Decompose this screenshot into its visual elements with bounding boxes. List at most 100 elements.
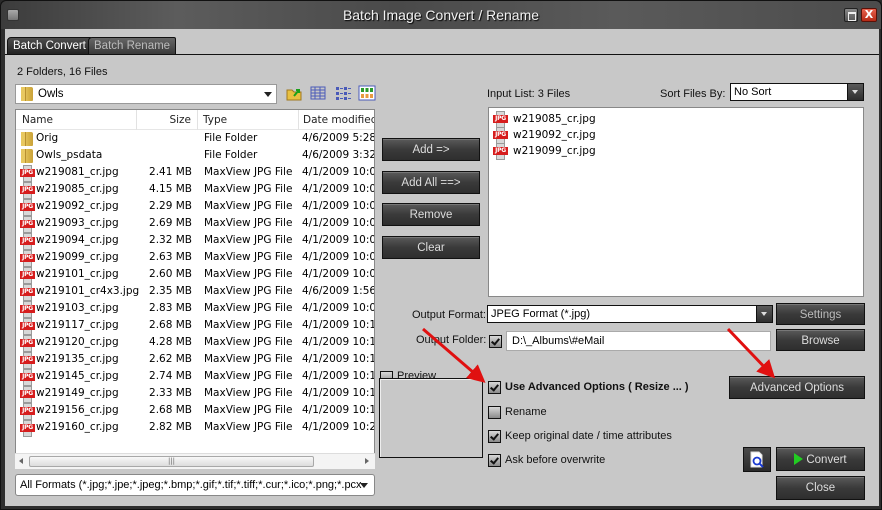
scroll-right-icon[interactable] xyxy=(365,458,369,464)
file-list-row[interactable]: JPG w219093_cr.jpg 2.69 MB MaxView JPG File… xyxy=(16,216,374,233)
rename-checkbox[interactable] xyxy=(488,406,501,419)
jpg-file-icon: JPG xyxy=(493,127,508,144)
file-list-row[interactable]: JPG w219160_cr.jpg 2.82 MB MaxView JPG File… xyxy=(16,420,374,437)
file-list-row[interactable]: JPG w219120_cr.jpg 4.28 MB MaxView JPG File… xyxy=(16,335,374,352)
file-type: MaxView JPG File xyxy=(204,268,293,280)
file-size: 4.28 MB xyxy=(149,336,192,348)
file-list-row[interactable]: JPG w219099_cr.jpg 2.63 MB MaxView JPG File… xyxy=(16,250,374,267)
horizontal-scrollbar[interactable]: ||| xyxy=(15,453,375,469)
details-view-icon[interactable] xyxy=(309,85,327,101)
file-list-row[interactable]: JPG w219101_cr4x3.jpg 2.35 MB MaxView JPG F… xyxy=(16,284,374,301)
input-file-name: w219085_cr.jpg xyxy=(513,113,596,125)
input-list-item[interactable]: JPG w219099_cr.jpg xyxy=(489,143,859,160)
tab-batch-rename[interactable]: Batch Rename xyxy=(88,37,177,54)
file-type: MaxView JPG File xyxy=(204,319,293,331)
file-date: 4/6/2009 3:32 xyxy=(302,149,375,161)
remove-button[interactable]: Remove xyxy=(382,203,480,226)
chevron-down-icon xyxy=(264,92,272,97)
use-advanced-options-checkbox[interactable] xyxy=(488,381,501,394)
output-format-select[interactable]: JPEG Format (*.jpg) xyxy=(487,305,773,323)
title-bar[interactable]: Batch Image Convert / Rename X xyxy=(1,1,881,29)
file-list-row[interactable]: JPG w219092_cr.jpg 2.29 MB MaxView JPG File… xyxy=(16,199,374,216)
jpg-file-icon: JPG xyxy=(20,403,35,420)
file-date: 4/1/2009 10:08 xyxy=(302,268,375,280)
file-date: 4/1/2009 10:16 xyxy=(302,370,375,382)
jpg-file-icon: JPG xyxy=(20,250,35,267)
file-list-row[interactable]: JPG w219101_cr.jpg 2.60 MB MaxView JPG File… xyxy=(16,267,375,284)
input-file-name: w219099_cr.jpg xyxy=(513,145,596,157)
rename-label: Rename xyxy=(505,406,547,418)
ask-overwrite-checkbox[interactable] xyxy=(488,454,501,467)
file-list-row[interactable]: JPG w219081_cr.jpg 2.41 MB MaxView JPG File… xyxy=(16,165,374,182)
jpg-file-icon: JPG xyxy=(20,165,35,182)
add-all-button[interactable]: Add All ==> xyxy=(382,171,480,194)
file-size: 2.33 MB xyxy=(149,387,192,399)
output-format-value: JPEG Format (*.jpg) xyxy=(491,308,591,320)
file-size: 2.68 MB xyxy=(149,404,192,416)
file-date: 4/1/2009 10:10 xyxy=(302,319,375,331)
preview-pane xyxy=(379,378,483,458)
file-date: 4/1/2009 10:08 xyxy=(302,302,375,314)
input-list-label: Input List: 3 Files xyxy=(487,88,571,100)
jpg-file-icon: JPG xyxy=(20,369,35,386)
use-advanced-options-label: Use Advanced Options ( Resize ... ) xyxy=(505,381,689,393)
clear-button[interactable]: Clear xyxy=(382,236,480,259)
file-size: 2.74 MB xyxy=(149,370,192,382)
column-header-size[interactable]: Size xyxy=(137,110,198,130)
convert-label: Convert xyxy=(806,454,847,466)
file-browser-list[interactable]: Name Size Type Date modified Orig File Fo… xyxy=(15,109,375,469)
file-list-row[interactable]: JPG w219094_cr.jpg 2.32 MB MaxView JPG File… xyxy=(16,233,375,250)
jpg-file-icon: JPG xyxy=(20,284,35,301)
file-list-row[interactable]: JPG w219085_cr.jpg 4.15 MB MaxView JPG File… xyxy=(16,182,374,199)
folder-icon xyxy=(21,149,33,163)
output-folder-checkbox[interactable] xyxy=(489,335,502,348)
close-button[interactable]: Close xyxy=(776,476,865,500)
column-header-date[interactable]: Date modified xyxy=(299,110,374,130)
advanced-options-button[interactable]: Advanced Options xyxy=(729,376,865,399)
thumbnail-view-icon[interactable] xyxy=(358,85,376,101)
batch-convert-window: Batch Image Convert / Rename X Batch Con… xyxy=(0,0,882,510)
file-list-row[interactable]: JPG w219149_cr.jpg 2.33 MB MaxView JPG File… xyxy=(16,386,375,403)
maximize-icon[interactable] xyxy=(844,8,858,22)
scroll-left-icon[interactable] xyxy=(19,458,23,464)
format-filter-select[interactable]: All Formats (*.jpg;*.jpe;*.jpeg;*.bmp;*.… xyxy=(15,474,375,496)
output-folder-input[interactable]: D:\_Albums\#eMail xyxy=(506,331,771,351)
input-list-item[interactable]: JPG w219092_cr.jpg xyxy=(489,127,859,144)
jpg-file-icon: JPG xyxy=(20,386,35,403)
file-list-row[interactable]: JPG w219117_cr.jpg 2.68 MB MaxView JPG File… xyxy=(16,318,375,335)
file-type: MaxView JPG File xyxy=(204,183,293,195)
settings-button[interactable]: Settings xyxy=(776,303,865,325)
close-icon[interactable]: X xyxy=(861,8,877,22)
file-list-row[interactable]: Owls_psdata File Folder 4/6/2009 3:32 xyxy=(16,148,375,165)
file-date: 4/1/2009 10:17 xyxy=(302,387,375,399)
browse-button[interactable]: Browse xyxy=(776,329,865,351)
play-icon xyxy=(794,453,804,465)
chevron-down-icon[interactable] xyxy=(756,306,772,322)
input-file-list[interactable]: JPG w219085_cr.jpg JPG w219092_cr.jpg JPG w21… xyxy=(488,107,864,297)
file-list-row[interactable]: JPG w219156_cr.jpg 2.68 MB MaxView JPG File… xyxy=(16,403,374,420)
folder-select[interactable]: Owls xyxy=(15,84,277,104)
preview-file-button[interactable] xyxy=(743,447,771,472)
input-list-item[interactable]: JPG w219085_cr.jpg xyxy=(489,111,859,128)
jpg-file-icon: JPG xyxy=(20,420,35,437)
folder-select-value: Owls xyxy=(38,88,64,100)
sort-files-select[interactable]: No Sort xyxy=(730,83,864,101)
keep-date-checkbox[interactable] xyxy=(488,430,501,443)
add-button[interactable]: Add => xyxy=(382,138,480,161)
column-header-type[interactable]: Type xyxy=(198,110,299,130)
file-list-row[interactable]: JPG w219145_cr.jpg 2.74 MB MaxView JPG File… xyxy=(16,369,375,386)
jpg-file-icon: JPG xyxy=(20,216,35,233)
tab-batch-convert[interactable]: Batch Convert xyxy=(7,37,92,54)
file-list-row[interactable]: JPG w219103_cr.jpg 2.83 MB MaxView JPG File… xyxy=(16,301,375,318)
chevron-down-icon[interactable] xyxy=(847,84,863,100)
input-file-name: w219092_cr.jpg xyxy=(513,129,596,141)
file-date: 4/1/2009 10:07 xyxy=(302,234,375,246)
file-list-row[interactable]: Orig File Folder 4/6/2009 5:28 xyxy=(16,131,375,148)
scrollbar-thumb[interactable]: ||| xyxy=(29,456,314,467)
file-date: 4/6/2009 5:28 xyxy=(302,132,375,144)
folder-up-icon[interactable] xyxy=(286,85,304,101)
convert-button[interactable]: Convert xyxy=(776,447,865,471)
list-view-icon[interactable] xyxy=(334,85,352,101)
column-header-name[interactable]: Name xyxy=(16,110,137,130)
file-list-row[interactable]: JPG w219135_cr.jpg 2.62 MB MaxView JPG File… xyxy=(16,352,374,369)
